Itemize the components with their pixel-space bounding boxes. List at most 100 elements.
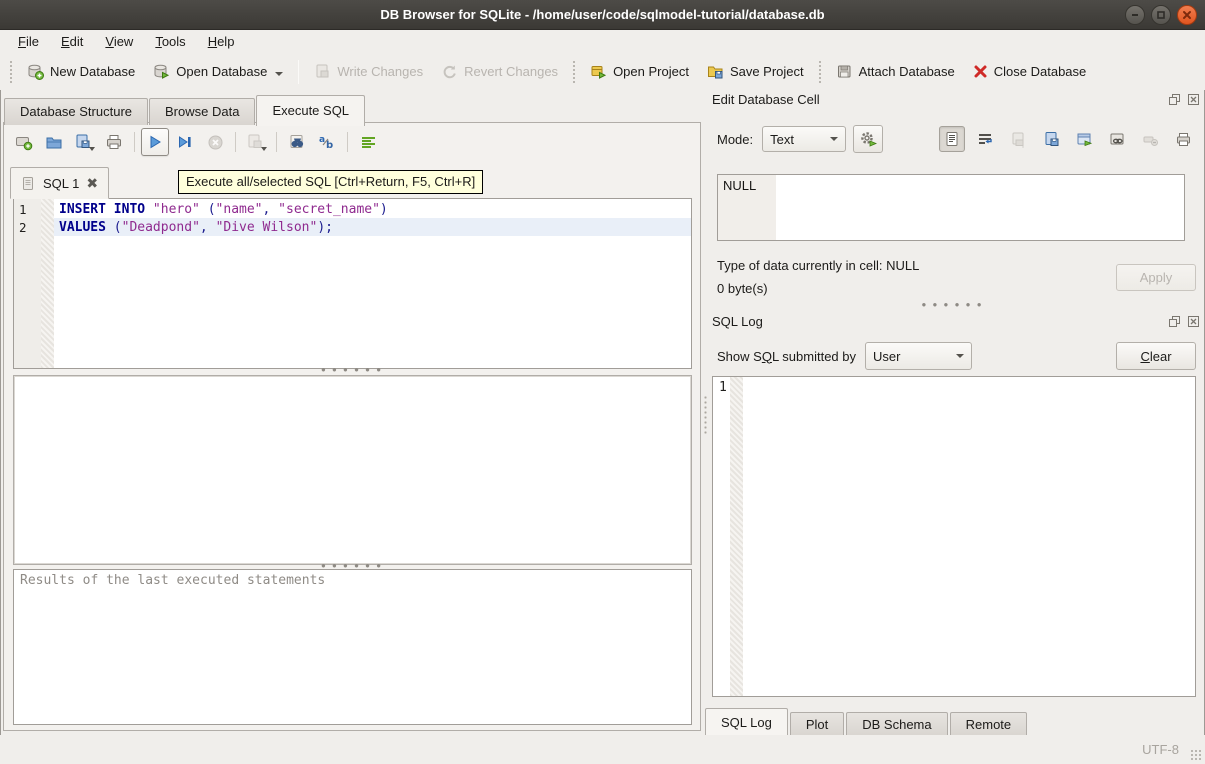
toolbar-drag-handle[interactable] xyxy=(8,59,14,85)
sql-editor[interactable]: 1INSERT INTO "hero" ("name", "secret_nam… xyxy=(13,198,692,369)
find-button[interactable] xyxy=(283,128,311,156)
menu-tools[interactable]: Tools xyxy=(145,31,195,52)
close-dock-icon[interactable] xyxy=(1186,315,1200,329)
sql-tab-close-icon[interactable]: ✖ xyxy=(86,175,98,192)
revert-changes-button: Revert Changes xyxy=(432,58,567,85)
tab-database-structure[interactable]: Database Structure xyxy=(4,98,148,125)
float-dock-icon[interactable] xyxy=(1167,93,1181,107)
menu-edit[interactable]: Edit xyxy=(51,31,93,52)
new-sql-tab-button[interactable] xyxy=(10,128,38,156)
dock-tab-sql-log[interactable]: SQL Log xyxy=(705,708,788,738)
toolbar-drag-handle[interactable] xyxy=(571,59,577,85)
sql-code[interactable]: 1INSERT INTO "hero" ("name", "secret_nam… xyxy=(14,200,691,236)
word-wrap-icon xyxy=(977,131,993,147)
execute-all-button[interactable] xyxy=(141,128,169,156)
code-line[interactable]: 2VALUES ("Deadpond", "Dive Wilson"); xyxy=(14,218,691,236)
execute-current-line-button[interactable] xyxy=(171,128,199,156)
tab-execute-sql[interactable]: Execute SQL xyxy=(256,95,365,126)
sql-tab-label: SQL 1 xyxy=(43,176,79,191)
sql-toolbar-separator xyxy=(347,132,348,152)
gear-icon xyxy=(859,130,877,148)
clear-log-button[interactable]: Clear xyxy=(1116,342,1196,370)
results-message-area[interactable]: Results of the last executed statements xyxy=(13,569,692,725)
maximize-button[interactable] xyxy=(1151,5,1171,25)
results-grid[interactable] xyxy=(13,375,692,565)
cell-type-info: Type of data currently in cell: NULL xyxy=(717,258,919,273)
sql-toolbar-separator xyxy=(235,132,236,152)
open-sql-file-new-tab-button[interactable] xyxy=(70,128,98,156)
text-mode-toggle[interactable] xyxy=(939,126,965,152)
attach-database-button[interactable]: Attach Database xyxy=(827,58,964,85)
replace-button[interactable]: a b xyxy=(313,128,341,156)
dock-splitter-handle[interactable]: ● ● ● ● ● ● xyxy=(705,302,1200,308)
apply-button: Apply xyxy=(1116,264,1196,291)
stop-icon xyxy=(207,134,224,151)
save-project-button[interactable]: Save Project xyxy=(698,58,813,85)
menu-help[interactable]: Help xyxy=(198,31,245,52)
cell-value-editor[interactable]: NULL xyxy=(717,174,1185,241)
import-file-icon xyxy=(1010,131,1027,148)
minimize-button[interactable] xyxy=(1125,5,1145,25)
printer-icon xyxy=(105,133,123,151)
splitter-handle[interactable]: ● ● ● ● ● ● xyxy=(4,367,700,373)
print-sql-button[interactable] xyxy=(100,128,128,156)
code-line[interactable]: 1INSERT INTO "hero" ("name", "secret_nam… xyxy=(14,200,691,218)
mode-label: Mode: xyxy=(717,132,753,147)
export-cell-data-button[interactable] xyxy=(1038,126,1064,152)
cell-size-info: 0 byte(s) xyxy=(717,281,768,296)
show-sql-label: Show SQL submitted by xyxy=(717,349,856,364)
open-project-button[interactable]: Open Project xyxy=(581,58,698,85)
edit-cell-dock-title: Edit Database Cell xyxy=(712,92,1167,107)
sql-document-tab[interactable]: SQL 1 ✖ xyxy=(10,167,109,199)
sql-log-dock-title: SQL Log xyxy=(712,314,1167,329)
open-in-external-app-button[interactable] xyxy=(1071,126,1097,152)
open-project-icon xyxy=(590,63,607,80)
word-wrap-toggle[interactable] xyxy=(972,126,998,152)
copy-link-button[interactable] xyxy=(1104,126,1130,152)
pane-splitter-handle[interactable] xyxy=(703,395,708,435)
menu-file[interactable]: File xyxy=(8,31,49,52)
cell-value-text: NULL xyxy=(723,178,756,193)
open-file-dropdown-caret[interactable] xyxy=(89,147,95,151)
print-cell-button[interactable] xyxy=(1170,126,1196,152)
save-results-button xyxy=(242,128,270,156)
dock-tab-bar: SQL Log Plot DB Schema Remote xyxy=(705,708,1029,738)
titlebar[interactable]: DB Browser for SQLite - /home/user/code/… xyxy=(0,0,1205,30)
resize-grip[interactable] xyxy=(1190,749,1202,761)
log-filter-select[interactable]: User xyxy=(865,342,972,370)
window-controls xyxy=(1125,5,1197,25)
menu-view[interactable]: View xyxy=(95,31,143,52)
sql-toolbar-separator xyxy=(134,132,135,152)
edit-cell-dock-titlebar[interactable]: Edit Database Cell xyxy=(712,92,1200,107)
close-button[interactable] xyxy=(1177,5,1197,25)
sql-log-dock-titlebar[interactable]: SQL Log xyxy=(712,314,1200,329)
open-database-dropdown-caret[interactable] xyxy=(275,72,283,76)
encoding-indicator: UTF-8 xyxy=(1142,742,1179,757)
new-tab-icon xyxy=(15,133,33,151)
set-null-button xyxy=(1137,126,1163,152)
open-database-button[interactable]: Open Database xyxy=(144,58,292,85)
tab-browse-data[interactable]: Browse Data xyxy=(149,98,255,125)
close-database-button[interactable]: Close Database xyxy=(964,59,1096,84)
sql-toolbar: a b xyxy=(10,128,382,156)
sql-log-area[interactable]: 1 xyxy=(712,376,1196,697)
float-dock-icon[interactable] xyxy=(1167,315,1181,329)
replace-icon: a b xyxy=(318,133,336,151)
close-dock-icon[interactable] xyxy=(1186,93,1200,107)
open-sql-file-button[interactable] xyxy=(40,128,68,156)
auto-apply-button[interactable] xyxy=(853,125,883,153)
new-database-button[interactable]: New Database xyxy=(18,58,144,85)
external-window-icon xyxy=(1076,131,1093,148)
log-fold-margin xyxy=(730,377,743,696)
sql-document-icon xyxy=(21,176,36,191)
toolbar-drag-handle[interactable] xyxy=(817,59,823,85)
write-changes-button: Write Changes xyxy=(305,58,432,85)
execute-tooltip: Execute all/selected SQL [Ctrl+Return, F… xyxy=(178,170,483,194)
format-sql-button[interactable] xyxy=(354,128,382,156)
select-caret-icon xyxy=(830,137,838,141)
close-database-icon xyxy=(973,64,988,79)
revert-changes-icon xyxy=(441,63,458,80)
main-toolbar: New Database Open Database Write Changes… xyxy=(0,53,1205,90)
write-changes-icon xyxy=(314,63,331,80)
mode-select[interactable]: Text xyxy=(762,126,846,152)
